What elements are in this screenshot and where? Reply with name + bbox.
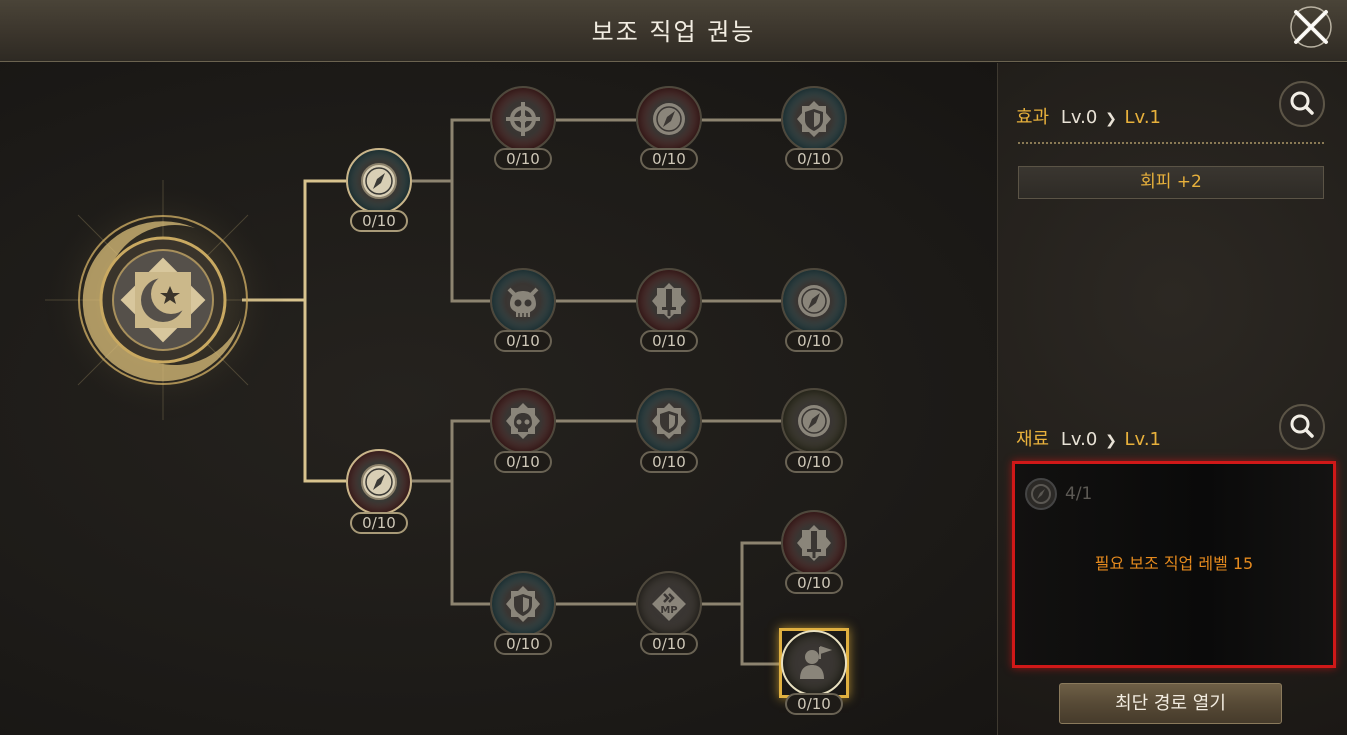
level-badge: 0/10 — [494, 633, 552, 655]
skill-node-row2-col1[interactable] — [490, 268, 556, 334]
material-label: 재료 — [1016, 429, 1050, 450]
level-badge: 0/10 — [494, 451, 552, 473]
skill-node-row1-col2[interactable] — [636, 86, 702, 152]
sword-icon — [797, 525, 831, 561]
skill-node-row1-col1[interactable] — [490, 86, 556, 152]
level-badge: 0/10 — [640, 633, 698, 655]
skill-node-row3-col2[interactable] — [636, 388, 702, 454]
demon-skull-icon — [506, 403, 540, 439]
close-icon — [1290, 6, 1332, 48]
search-icon — [1290, 91, 1314, 115]
material-search-button[interactable] — [1279, 404, 1325, 450]
skill-node-row2-col3[interactable] — [781, 268, 847, 334]
compass-icon — [361, 163, 397, 199]
mp-boost-icon: MP — [652, 587, 686, 621]
material-header: 재료 Lv.0 ❯ Lv.1 — [1016, 425, 1161, 451]
skill-node-row3-col1[interactable] — [490, 388, 556, 454]
material-count: 4/1 — [1065, 484, 1093, 504]
effect-stat-bar: 회피 +2 — [1018, 166, 1324, 199]
level-badge: 0/10 — [785, 572, 843, 594]
compass-icon — [653, 103, 685, 135]
compass-icon — [1031, 484, 1051, 504]
search-icon — [1290, 414, 1314, 438]
level-badge: 0/10 — [785, 451, 843, 473]
root-emblem[interactable] — [38, 170, 295, 430]
moon-star-icon — [38, 175, 288, 425]
skill-node-row4-col3-bottom-selected[interactable] — [781, 630, 847, 696]
close-button[interactable] — [1288, 4, 1334, 50]
level-badge: 0/10 — [494, 330, 552, 352]
skill-node-tier1-bottom[interactable] — [346, 449, 412, 515]
effect-label: 효과 — [1016, 107, 1050, 128]
open-shortest-path-button[interactable]: 최단 경로 열기 — [1059, 683, 1282, 724]
skill-node-row3-col3[interactable] — [781, 388, 847, 454]
crosshair-icon — [506, 102, 540, 136]
level-badge: 0/10 — [640, 451, 698, 473]
level-badge: 0/10 — [350, 512, 408, 534]
level-badge: 0/10 — [785, 693, 843, 715]
requirement-text: 필요 보조 직업 레벨 15 — [1094, 554, 1254, 573]
svg-text:MP: MP — [660, 605, 677, 616]
effect-from-level: Lv.0 — [1060, 107, 1098, 128]
skill-node-row4-col2[interactable]: MP — [636, 571, 702, 637]
material-from-level: Lv.0 — [1060, 429, 1098, 450]
chevron-right-icon: ❯ — [1105, 433, 1117, 449]
level-badge: 0/10 — [494, 148, 552, 170]
figure-flag-icon — [800, 646, 833, 679]
effect-divider — [1018, 142, 1324, 144]
effect-to-level: Lv.1 — [1124, 107, 1161, 128]
material-to-level: Lv.1 — [1124, 429, 1161, 450]
skill-node-row4-col3-top[interactable] — [781, 510, 847, 576]
skill-node-tier1-top[interactable] — [346, 148, 412, 214]
skill-node-row1-col3[interactable] — [781, 86, 847, 152]
compass-icon — [361, 464, 397, 500]
chevron-right-icon: ❯ — [1105, 111, 1117, 127]
sword-icon — [652, 283, 686, 319]
material-item-icon — [1025, 478, 1057, 510]
material-requirement-box: 4/1 필요 보조 직업 레벨 15 — [1012, 461, 1336, 668]
compass-icon — [798, 285, 830, 317]
shield-icon — [797, 101, 831, 137]
shield-icon — [506, 586, 540, 622]
skill-node-row2-col2[interactable] — [636, 268, 702, 334]
level-badge: 0/10 — [640, 148, 698, 170]
shield-icon — [652, 403, 686, 439]
compass-icon — [798, 405, 830, 437]
level-badge: 0/10 — [785, 330, 843, 352]
effect-search-button[interactable] — [1279, 81, 1325, 127]
level-badge: 0/10 — [350, 210, 408, 232]
level-badge: 0/10 — [640, 330, 698, 352]
skill-node-row4-col1[interactable] — [490, 571, 556, 637]
level-badge: 0/10 — [785, 148, 843, 170]
effect-header: 효과 Lv.0 ❯ Lv.1 — [1016, 103, 1161, 129]
demon-skull-icon — [507, 287, 539, 317]
